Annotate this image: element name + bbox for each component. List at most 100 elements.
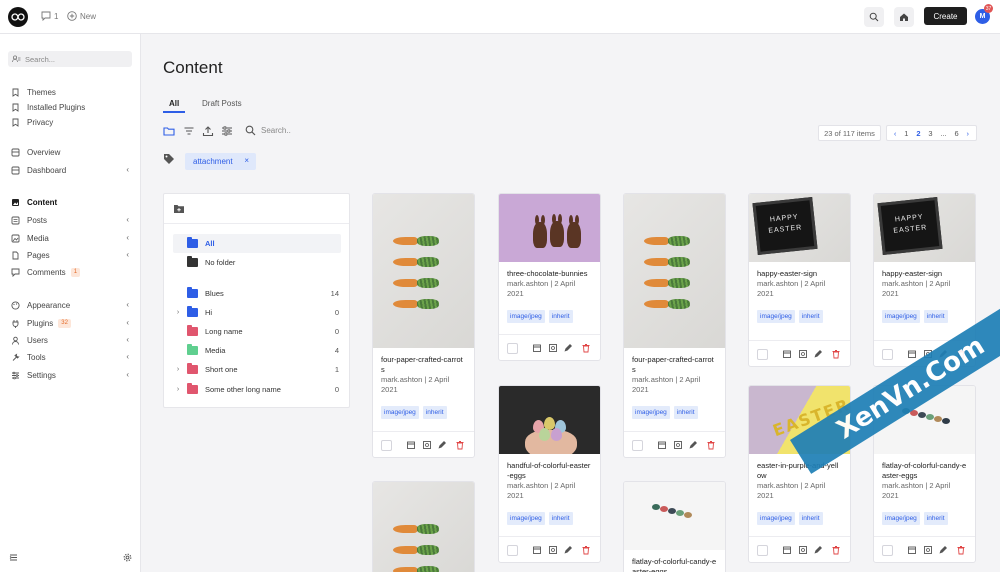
chevron-right-icon[interactable]: › <box>173 386 183 393</box>
chevron-right-icon[interactable]: › <box>173 309 183 316</box>
select-checkbox[interactable] <box>757 545 768 556</box>
trash-icon[interactable] <box>455 440 465 450</box>
page-1[interactable]: 1 <box>904 129 908 138</box>
media-thumbnail[interactable]: HAPPY EASTER <box>749 194 850 262</box>
chevron-right-icon[interactable]: › <box>173 366 183 373</box>
media-thumbnail[interactable] <box>499 194 600 262</box>
gear-icon[interactable] <box>123 553 132 564</box>
trash-icon[interactable] <box>956 545 966 555</box>
sidebar-item-installed-plugins[interactable]: Installed Plugins <box>11 101 131 113</box>
sidebar-item-overview[interactable]: Overview <box>11 146 131 158</box>
preview-icon[interactable] <box>548 545 558 555</box>
media-card[interactable]: three-chocolate-bunnies mark.ashton | 2 … <box>498 193 601 361</box>
collapse-sidebar-icon[interactable] <box>9 553 18 564</box>
calendar-icon[interactable] <box>782 349 792 359</box>
sliders-icon[interactable] <box>221 125 233 137</box>
folder-long-name[interactable]: Long name 0 <box>173 322 341 341</box>
sidebar-item-privacy[interactable]: Privacy <box>11 116 131 128</box>
sidebar-item-tools[interactable]: Tools ‹ <box>11 351 131 363</box>
media-card[interactable]: flatlay-of-colorful-candy-easter-eggs <box>623 481 726 572</box>
preview-icon[interactable] <box>673 440 683 450</box>
sidebar-item-users[interactable]: Users ‹ <box>11 334 131 346</box>
select-checkbox[interactable] <box>507 545 518 556</box>
sidebar-item-content[interactable]: Content <box>11 196 131 208</box>
sidebar-item-dashboard[interactable]: Dashboard ‹ <box>11 164 131 176</box>
edit-icon[interactable] <box>437 440 447 450</box>
sidebar-item-plugins[interactable]: Plugins 32 ‹ <box>11 317 131 329</box>
search-button[interactable] <box>864 7 884 27</box>
folder-some-other-long-name[interactable]: › Some other long name 0 <box>173 380 341 399</box>
select-checkbox[interactable] <box>882 349 893 360</box>
trash-icon[interactable] <box>831 545 841 555</box>
media-card[interactable] <box>372 481 475 572</box>
new-link[interactable]: New <box>67 11 96 21</box>
comments-link[interactable]: 1 <box>41 11 58 21</box>
sidebar-item-comments[interactable]: Comments 1 <box>11 266 131 278</box>
sidebar-search-input[interactable]: Search... <box>8 51 132 67</box>
media-card[interactable]: HAPPY EASTER happy-easter-sign mark.ashto… <box>748 193 851 367</box>
media-thumbnail[interactable] <box>499 386 600 454</box>
preview-icon[interactable] <box>923 545 933 555</box>
trash-icon[interactable] <box>706 440 716 450</box>
page-6[interactable]: 6 <box>955 129 959 138</box>
upload-icon[interactable] <box>202 125 214 137</box>
prev-page-icon[interactable]: ‹ <box>894 129 897 138</box>
sidebar-item-pages[interactable]: Pages ‹ <box>11 249 131 261</box>
folder-hi[interactable]: › Hi 0 <box>173 303 341 322</box>
close-icon[interactable]: × <box>244 156 249 165</box>
select-checkbox[interactable] <box>507 343 518 354</box>
sidebar-item-settings[interactable]: Settings ‹ <box>11 369 131 381</box>
sidebar-item-themes[interactable]: Themes <box>11 86 131 98</box>
media-card[interactable]: handful-of-colorful-easter-eggs mark.ash… <box>498 385 601 563</box>
preview-icon[interactable] <box>798 545 808 555</box>
media-thumbnail[interactable] <box>624 482 725 550</box>
logo-icon[interactable] <box>8 7 28 27</box>
create-button[interactable]: Create <box>924 7 967 25</box>
folder-media[interactable]: Media 4 <box>173 341 341 360</box>
calendar-icon[interactable] <box>782 545 792 555</box>
preview-icon[interactable] <box>548 343 558 353</box>
edit-icon[interactable] <box>688 440 698 450</box>
calendar-icon[interactable] <box>406 440 416 450</box>
media-search-input[interactable]: Search.. <box>245 125 291 136</box>
preview-icon[interactable] <box>798 349 808 359</box>
select-checkbox[interactable] <box>882 545 893 556</box>
calendar-icon[interactable] <box>532 545 542 555</box>
edit-icon[interactable] <box>813 545 823 555</box>
sidebar-item-media[interactable]: Media ‹ <box>11 232 131 244</box>
edit-icon[interactable] <box>563 545 573 555</box>
select-checkbox[interactable] <box>381 440 392 451</box>
preview-icon[interactable] <box>422 440 432 450</box>
edit-icon[interactable] <box>563 343 573 353</box>
calendar-icon[interactable] <box>657 440 667 450</box>
edit-icon[interactable] <box>938 545 948 555</box>
select-checkbox[interactable] <box>757 349 768 360</box>
tab-draft-posts[interactable]: Draft Posts <box>202 99 242 108</box>
folder-blues[interactable]: Blues 14 <box>173 284 341 303</box>
media-card[interactable]: four-paper-crafted-carrots mark.ashton |… <box>623 193 726 458</box>
edit-icon[interactable] <box>813 349 823 359</box>
sidebar-item-appearance[interactable]: Appearance ‹ <box>11 299 131 311</box>
media-thumbnail[interactable] <box>373 194 474 348</box>
sidebar-item-posts[interactable]: Posts ‹ <box>11 214 131 226</box>
next-page-icon[interactable]: › <box>967 129 970 138</box>
filter-icon[interactable] <box>183 125 195 137</box>
calendar-icon[interactable] <box>532 343 542 353</box>
media-thumbnail[interactable]: HAPPY EASTER <box>874 194 975 262</box>
trash-icon[interactable] <box>581 343 591 353</box>
calendar-icon[interactable] <box>907 349 917 359</box>
media-thumbnail[interactable] <box>624 194 725 348</box>
trash-icon[interactable] <box>831 349 841 359</box>
add-folder-icon[interactable] <box>173 204 185 214</box>
select-checkbox[interactable] <box>632 440 643 451</box>
filter-chip[interactable]: attachment × <box>185 153 256 170</box>
media-thumbnail[interactable] <box>373 482 474 572</box>
folder-no-folder[interactable]: No folder <box>173 253 341 272</box>
folder-view-icon[interactable] <box>163 125 175 137</box>
folder-short-one[interactable]: › Short one 1 <box>173 360 341 379</box>
folder-all[interactable]: All <box>173 234 341 253</box>
media-card[interactable]: four-paper-crafted-carrots mark.ashton |… <box>372 193 475 458</box>
trash-icon[interactable] <box>581 545 591 555</box>
tab-all[interactable]: All <box>169 99 179 108</box>
calendar-icon[interactable] <box>907 545 917 555</box>
